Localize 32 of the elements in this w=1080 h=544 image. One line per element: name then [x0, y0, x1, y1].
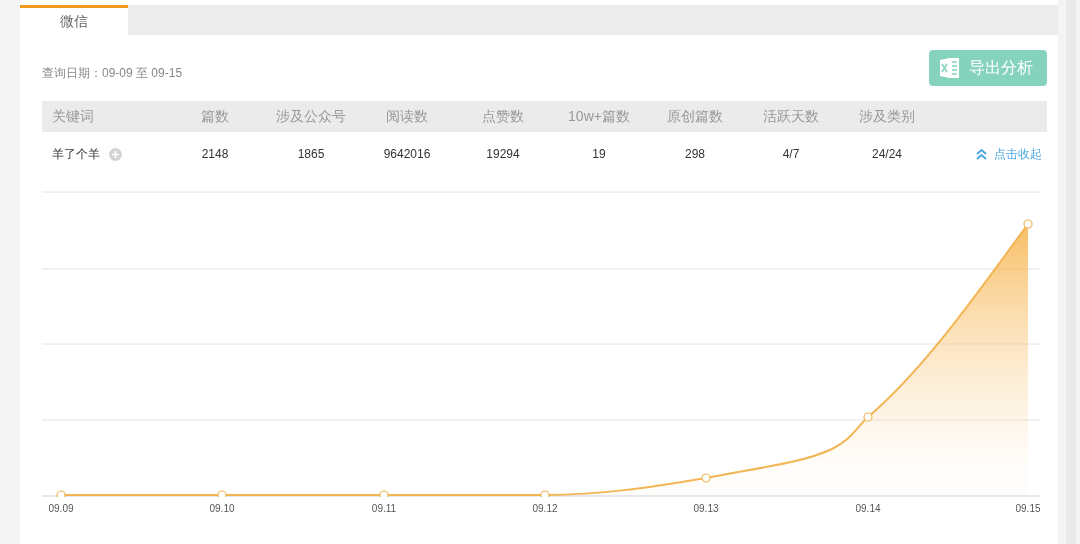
column-header: 原创篇数 [666, 107, 724, 126]
tab[interactable]: 微信 [20, 5, 128, 35]
axis-label: 09.12 [532, 503, 558, 514]
axis-label: 09.14 [855, 503, 881, 514]
axis-label: 09.13 [693, 503, 719, 514]
axis-label: 09.10 [209, 503, 235, 514]
export-button[interactable]: 导出分析 [929, 50, 1047, 86]
column-header: 涉及公众号 [275, 107, 347, 126]
plus-circle-icon[interactable] [109, 147, 122, 161]
query-date: 查询日期：09-09 至 09-15 [42, 64, 183, 82]
table-cell-text: 9642016 [382, 147, 432, 161]
double-chevron-up-icon[interactable] [975, 147, 988, 161]
collapse-link[interactable]: 点击收起 [994, 145, 1042, 163]
column-header: 点赞数 [481, 107, 525, 126]
table-cell: 羊了个羊 [52, 145, 100, 163]
table-cell-text: 1865 [296, 147, 326, 161]
spreadsheet-icon [939, 56, 961, 80]
column-header: 10w+篇数 [567, 107, 631, 126]
table-cell-text: 24/24 [871, 147, 903, 161]
table-cell-text: 19294 [485, 147, 521, 161]
table-cell-text: 2148 [200, 147, 230, 161]
axis-label: 09.15 [1015, 503, 1041, 514]
axis-label: 09.11 [371, 503, 397, 514]
column-header: 活跃天数 [762, 107, 820, 126]
table-cell-text: 19 [591, 147, 607, 161]
axis-label: 09.09 [48, 503, 74, 514]
column-header: 关键词 [51, 107, 95, 126]
column-header: 涉及类别 [858, 107, 916, 126]
column-header: 阅读数 [385, 107, 429, 126]
column-header: 篇数 [200, 107, 230, 126]
table-cell-text: 298 [684, 147, 706, 161]
table-cell-text: 4/7 [781, 147, 801, 161]
